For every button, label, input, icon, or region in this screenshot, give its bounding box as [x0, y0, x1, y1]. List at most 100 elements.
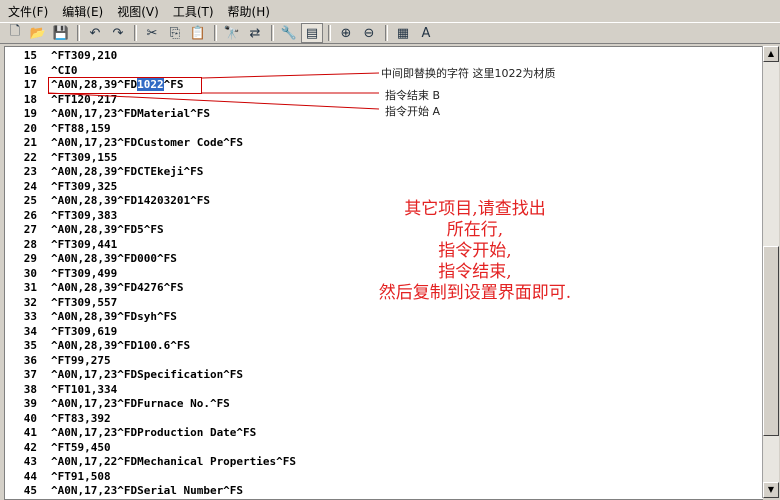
code-text: ^FT309,499 — [51, 266, 118, 280]
line-number: 35 — [23, 339, 37, 352]
line-number: 21 — [23, 136, 37, 149]
line-code: ^FT83,392 — [51, 412, 111, 426]
code-line[interactable]: 37 ^A0N,17,23^FDSpecification^FS — [5, 368, 725, 382]
code-line[interactable]: 23 ^A0N,28,39^FDCTEkeji^FS — [5, 165, 725, 179]
cut-icon[interactable]: ✂ — [141, 23, 163, 43]
code-line[interactable]: 44 ^FT91,508 — [5, 470, 725, 484]
line-number: 29 — [23, 252, 37, 265]
instruction-line: 指令开始, — [438, 241, 512, 261]
line-code: ^A0N,28,39^FDCTEkeji^FS — [51, 165, 203, 179]
scroll-up-icon[interactable]: ▲ — [763, 46, 779, 62]
code-text: ^FT309,441 — [51, 237, 118, 251]
font-icon[interactable]: A — [415, 23, 437, 43]
open-folder-icon[interactable]: 📂 — [27, 23, 49, 43]
code-line[interactable]: 24 ^FT309,325 — [5, 180, 725, 194]
code-line[interactable]: 35 ^A0N,28,39^FD100.6^FS — [5, 339, 725, 353]
line-code: ^FT309,619 — [51, 325, 117, 339]
toolbar-separator — [134, 25, 137, 41]
line-code: ^FT309,155 — [51, 151, 117, 165]
code-line[interactable]: 42 ^FT59,450 — [5, 441, 725, 455]
code-line[interactable]: 39 ^A0N,17,23^FDFurnace No.^FS — [5, 397, 725, 411]
code-text: ^A0N,28,39^FD4276^FS — [51, 281, 184, 294]
toolbar: 🗋 📂 💾 ↶ ↷ ✂ ⎘ 📋 🔭 ⇄ 🔧 ▤ ⊕ ⊖ ▦ A — [0, 22, 780, 44]
settings-icon[interactable]: ▦ — [392, 23, 414, 43]
annotation-lines — [48, 72, 380, 110]
scroll-down-icon[interactable]: ▼ — [763, 482, 779, 498]
line-number: 36 — [23, 353, 37, 367]
code-line[interactable]: 43 ^A0N,17,22^FDMechanical Properties^FS — [5, 455, 725, 469]
line-number: 31 — [23, 281, 37, 294]
copy-icon[interactable]: ⎘ — [164, 23, 186, 43]
code-line[interactable]: 33 ^A0N,28,39^FDsyh^FS — [5, 310, 725, 324]
menu-edit[interactable]: 编辑(E) — [56, 3, 109, 20]
line-number: 25 — [23, 194, 37, 207]
wrench-icon[interactable]: 🔧 — [278, 23, 300, 43]
code-line[interactable]: 41 ^A0N,17,23^FDProduction Date^FS — [5, 426, 725, 440]
code-text: ^FT309,383 — [51, 208, 118, 222]
line-number: 24 — [23, 179, 37, 193]
line-number: 39 — [23, 397, 37, 410]
line-code: ^A0N,17,23^FDFurnace No.^FS — [51, 397, 230, 411]
save-icon[interactable]: 💾 — [50, 23, 72, 43]
find-icon[interactable]: 🔭 — [221, 23, 243, 43]
vertical-scrollbar[interactable]: ▲ ▼ — [762, 46, 779, 498]
line-number: 23 — [23, 165, 37, 178]
line-code: ^FT309,325 — [51, 180, 117, 194]
line-number: 44 — [23, 469, 37, 483]
line-number: 33 — [23, 310, 37, 323]
code-line[interactable]: 22 ^FT309,155 — [5, 151, 725, 165]
menu-view[interactable]: 视图(V) — [111, 3, 165, 20]
instruction-line: 指令结束, — [438, 262, 512, 282]
code-text: ^A0N,17,22^FDMechanical Properties^FS — [51, 455, 297, 468]
toolbar-separator — [77, 25, 80, 41]
code-line[interactable]: 34 ^FT309,619 — [5, 325, 725, 339]
toolbar-separator — [385, 25, 388, 41]
code-text: ^FT101,334 — [51, 382, 118, 396]
code-text: ^A0N,28,39^FDsyh^FS — [51, 310, 177, 323]
new-file-icon[interactable]: 🗋 — [4, 23, 26, 43]
line-code: ^FT91,508 — [51, 470, 111, 484]
code-text: ^A0N,17,23^FDProduction Date^FS — [51, 426, 257, 439]
replace-icon[interactable]: ⇄ — [244, 23, 266, 43]
toolbar-separator — [328, 25, 331, 41]
instruction-line: 所在行, — [446, 220, 504, 240]
code-text: ^A0N,17,23^FDSpecification^FS — [51, 368, 244, 381]
line-number: 42 — [23, 440, 37, 454]
menu-help[interactable]: 帮助(H) — [222, 3, 276, 20]
line-code: ^A0N,17,22^FDMechanical Properties^FS — [51, 455, 296, 469]
scroll-thumb[interactable] — [763, 246, 779, 436]
menu-file[interactable]: 文件(F) — [2, 3, 54, 20]
text-editor[interactable]: 15 ^FT309,210 16 ^CI0 17 ^A0N,28,39^FD1022^FS… — [4, 46, 763, 500]
line-code: ^FT309,383 — [51, 209, 117, 223]
code-line[interactable]: 21 ^A0N,17,23^FDCustomer Code^FS — [5, 136, 725, 150]
line-code: ^FT101,334 — [51, 383, 117, 397]
line-number: 38 — [23, 382, 37, 396]
zoom-in-icon[interactable]: ⊕ — [335, 23, 357, 43]
line-code: ^A0N,17,23^FDSerial Number^FS — [51, 484, 243, 498]
code-text: ^A0N,28,39^FDCTEkeji^FS — [51, 165, 204, 178]
annotation-end-label: 指令结束 B — [385, 89, 441, 102]
code-text: ^FT309,325 — [51, 179, 118, 193]
menu-tools[interactable]: 工具(T) — [167, 3, 220, 20]
line-code: ^FT309,441 — [51, 238, 117, 252]
code-line[interactable]: 36 ^FT99,275 — [5, 354, 725, 368]
paste-icon[interactable]: 📋 — [187, 23, 209, 43]
undo-icon[interactable]: ↶ — [84, 23, 106, 43]
line-number: 41 — [23, 426, 37, 439]
menu-bar: 文件(F) 编辑(E) 视图(V) 工具(T) 帮助(H) — [0, 0, 780, 22]
code-line[interactable]: 45 ^A0N,17,23^FDSerial Number^FS — [5, 484, 725, 498]
line-code: ^A0N,17,23^FDProduction Date^FS — [51, 426, 256, 440]
code-text: ^A0N,17,23^FDFurnace No.^FS — [51, 397, 230, 410]
line-number: 22 — [23, 150, 37, 164]
code-line[interactable]: 38 ^FT101,334 — [5, 383, 725, 397]
code-line[interactable]: 40 ^FT83,392 — [5, 412, 725, 426]
code-text: ^A0N,28,39^FD14203201^FS — [51, 194, 210, 207]
zoom-out-icon[interactable]: ⊖ — [358, 23, 380, 43]
toolbar-separator — [271, 25, 274, 41]
view-icon[interactable]: ▤ — [301, 23, 323, 43]
line-code: ^A0N,28,39^FD000^FS — [51, 252, 177, 266]
redo-icon[interactable]: ↷ — [107, 23, 129, 43]
code-text: ^A0N,28,39^FD100.6^FS — [51, 339, 191, 352]
line-number: 34 — [23, 324, 37, 338]
instruction-line: 然后复制到设置界面即可. — [378, 283, 572, 303]
